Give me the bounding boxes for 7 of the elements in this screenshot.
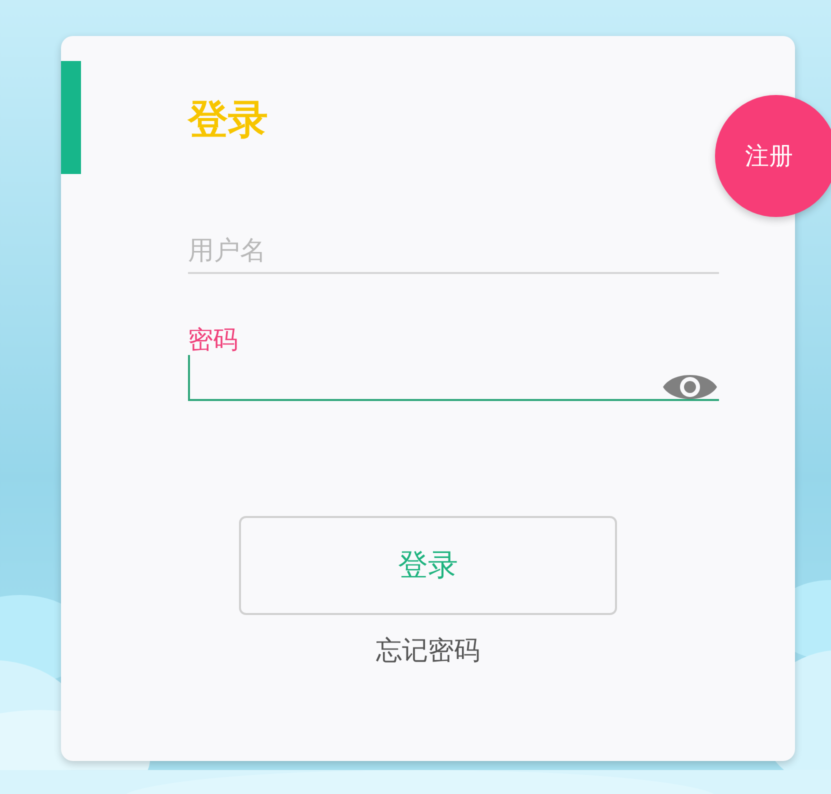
field-placeholder: 用户名 xyxy=(188,234,266,266)
login-button[interactable]: 登录 xyxy=(239,516,617,615)
forgot-password-link[interactable]: 忘记密码 xyxy=(376,635,480,665)
login-title: 登录 xyxy=(188,97,268,144)
field-label: 密码 xyxy=(188,325,238,356)
register-button[interactable]: 注册 xyxy=(715,95,831,217)
username-field[interactable]: 用户名 xyxy=(188,228,719,274)
